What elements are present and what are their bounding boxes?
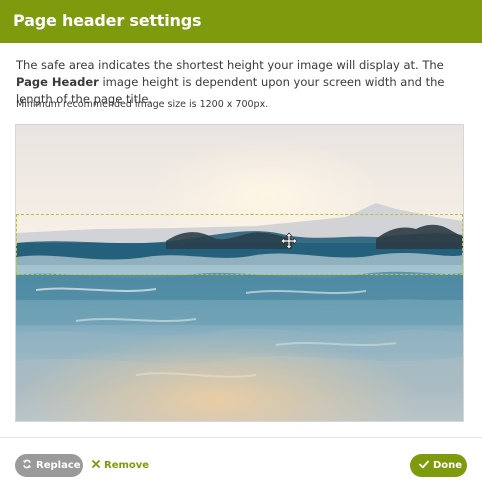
- footer-divider: [0, 437, 482, 438]
- min-size-note: Minimum recommended image size is 1200 x…: [16, 99, 269, 110]
- remove-button-label: Remove: [104, 460, 150, 471]
- move-icon[interactable]: [280, 232, 298, 250]
- refresh-icon: [23, 459, 31, 469]
- safe-area-overlay[interactable]: [16, 214, 463, 275]
- done-button[interactable]: Done: [410, 454, 467, 477]
- dialog-title: Page header settings: [13, 11, 202, 30]
- replace-button-label: Replace: [36, 460, 81, 471]
- done-button-label: Done: [433, 460, 463, 471]
- header-image-preview[interactable]: [15, 124, 464, 422]
- check-icon: [419, 460, 429, 469]
- close-icon: [92, 460, 100, 468]
- description-text-start: The safe area indicates the shortest hei…: [16, 58, 444, 72]
- description-bold-text: Page Header: [16, 75, 99, 89]
- dialog-header: Page header settings: [0, 0, 482, 43]
- page-header-settings-dialog: Page header settings The safe area indic…: [0, 0, 482, 493]
- remove-button[interactable]: Remove: [92, 454, 149, 477]
- replace-button[interactable]: Replace: [15, 454, 83, 477]
